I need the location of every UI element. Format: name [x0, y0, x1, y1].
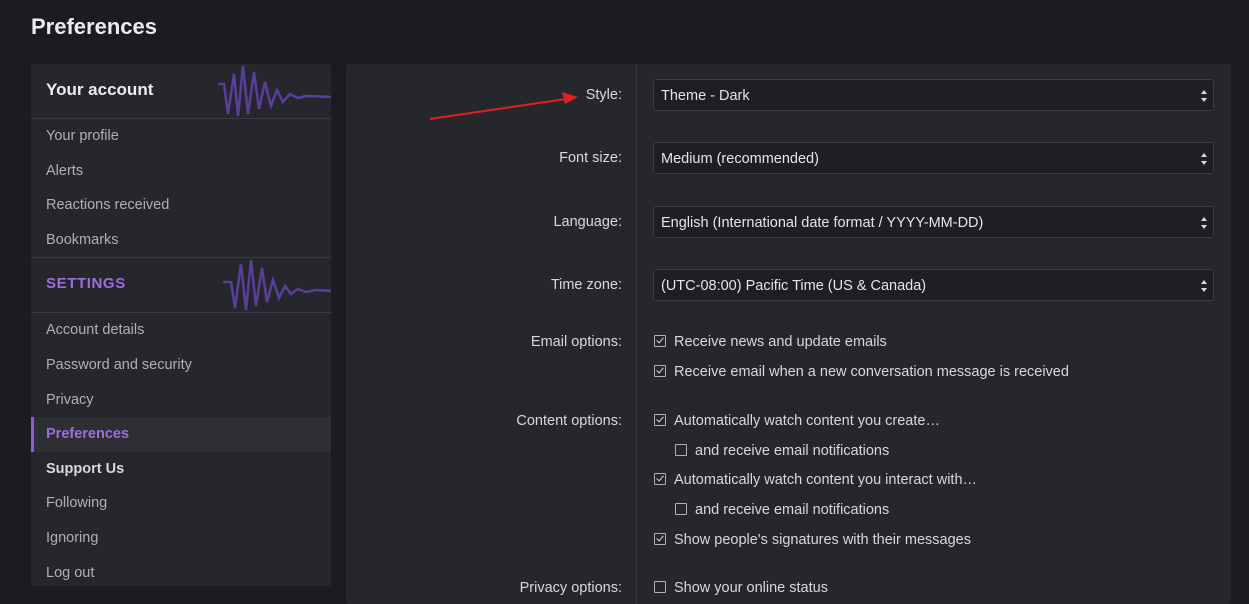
select-arrows-icon	[1201, 217, 1207, 229]
checkbox-unchecked-icon[interactable]	[675, 503, 687, 515]
your-account-heading: Your account	[46, 80, 154, 99]
form-divider	[636, 64, 637, 604]
your-account-header: Your account	[31, 64, 331, 119]
sidebar-item-bookmarks[interactable]: Bookmarks	[31, 223, 331, 258]
time-zone-select-value: (UTC-08:00) Pacific Time (US & Canada)	[661, 278, 927, 294]
email-options-label: Email options:	[530, 334, 622, 350]
sidebar-item-preferences[interactable]: Preferences	[31, 417, 331, 452]
sidebar-item-following[interactable]: Following	[31, 486, 331, 521]
time-zone-select[interactable]: (UTC-08:00) Pacific Time (US & Canada)	[653, 269, 1214, 301]
checkbox-checked-icon[interactable]	[654, 533, 666, 545]
checkbox-label: Receive news and update emails	[674, 334, 887, 350]
checkbox-checked-icon[interactable]	[654, 335, 666, 347]
time-zone-label: Time zone:	[550, 277, 622, 293]
sidebar-item-ignoring[interactable]: Ignoring	[31, 521, 331, 556]
waveform-decoration-icon	[223, 260, 331, 311]
sidebar-item-your-profile[interactable]: Your profile	[31, 119, 331, 154]
checkbox-label: Show people's signatures with their mess…	[674, 532, 971, 548]
select-arrows-icon	[1201, 153, 1207, 165]
style-label: Style:	[585, 87, 622, 103]
language-select[interactable]: English (International date format / YYY…	[653, 206, 1214, 238]
style-select-value: Theme - Dark	[661, 88, 750, 104]
sidebar-item-password-security[interactable]: Password and security	[31, 348, 331, 383]
checkbox-checked-icon[interactable]	[654, 365, 666, 377]
checkbox-label: Automatically watch content you create…	[674, 413, 940, 429]
sidebar-item-log-out[interactable]: Log out	[31, 556, 331, 586]
settings-heading: SETTINGS	[46, 275, 126, 293]
checkbox-label: Show your online status	[674, 580, 828, 596]
checkbox-label: Receive email when a new conversation me…	[674, 364, 1069, 380]
select-arrows-icon	[1201, 280, 1207, 292]
font-size-select[interactable]: Medium (recommended)	[653, 142, 1214, 174]
content-option-email-interacted[interactable]: and receive email notifications	[675, 502, 889, 518]
sidebar-item-alerts[interactable]: Alerts	[31, 154, 331, 189]
waveform-decoration-icon	[218, 65, 331, 117]
email-option-conversation[interactable]: Receive email when a new conversation me…	[654, 364, 1069, 380]
settings-header: SETTINGS	[31, 257, 331, 314]
content-option-signatures[interactable]: Show people's signatures with their mess…	[654, 532, 971, 548]
page-title: Preferences	[31, 14, 157, 39]
content-options-label: Content options:	[516, 413, 622, 429]
select-arrows-icon	[1201, 90, 1207, 102]
privacy-options-label: Privacy options:	[519, 580, 622, 596]
sidebar-item-reactions-received[interactable]: Reactions received	[31, 188, 331, 223]
checkbox-label: Automatically watch content you interact…	[674, 472, 978, 488]
content-option-watch-created[interactable]: Automatically watch content you create…	[654, 413, 940, 429]
account-sidebar: Your account Your profile Alerts Reactio…	[31, 64, 331, 586]
email-option-news[interactable]: Receive news and update emails	[654, 334, 887, 350]
preferences-form: Style: Theme - Dark Font size: Medium (r…	[346, 64, 1231, 604]
content-option-email-created[interactable]: and receive email notifications	[675, 443, 889, 459]
sidebar-item-privacy[interactable]: Privacy	[31, 383, 331, 418]
content-option-watch-interacted[interactable]: Automatically watch content you interact…	[654, 472, 977, 488]
font-size-label: Font size:	[559, 150, 622, 166]
checkbox-label: and receive email notifications	[695, 443, 890, 459]
style-select[interactable]: Theme - Dark	[653, 79, 1214, 111]
checkbox-unchecked-icon[interactable]	[675, 444, 687, 456]
font-size-select-value: Medium (recommended)	[661, 151, 819, 167]
checkbox-checked-icon[interactable]	[654, 414, 666, 426]
sidebar-item-account-details[interactable]: Account details	[31, 313, 331, 348]
checkbox-unchecked-icon[interactable]	[654, 581, 666, 593]
language-label: Language:	[553, 214, 622, 230]
checkbox-checked-icon[interactable]	[654, 473, 666, 485]
privacy-option-online-status[interactable]: Show your online status	[654, 580, 828, 596]
checkbox-label: and receive email notifications	[695, 502, 890, 518]
sidebar-item-support-us[interactable]: Support Us	[31, 452, 331, 487]
language-select-value: English (International date format / YYY…	[661, 215, 984, 231]
